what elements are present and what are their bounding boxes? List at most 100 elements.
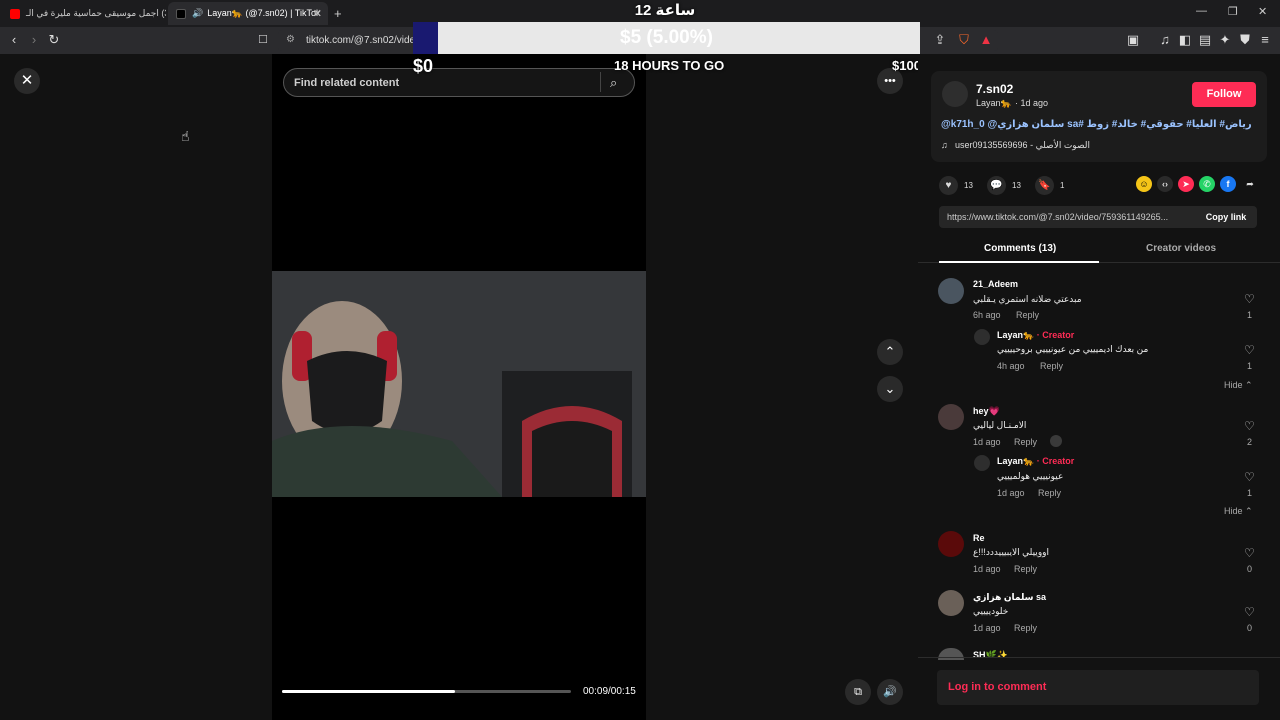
search-icon[interactable]: ⌕	[610, 75, 617, 91]
comment-like-icon[interactable]: ♡	[1244, 292, 1255, 306]
comment-stat[interactable]: 💬 13	[987, 176, 1021, 195]
panel-divider	[918, 657, 1280, 658]
like-count: 13	[964, 181, 973, 190]
reply-button[interactable]: Reply	[1014, 437, 1037, 447]
tab-youtube[interactable]: (3) اجمل موسيقى حماسية مليرة في الـ	[2, 2, 166, 25]
comment-like-icon[interactable]: ♡	[1244, 419, 1255, 433]
reply-button[interactable]: Reply	[1040, 361, 1063, 371]
volume-button[interactable]: 🔊	[877, 679, 903, 705]
send-icon[interactable]: ➤	[1178, 176, 1194, 192]
commenter-avatar[interactable]	[938, 404, 964, 430]
like-stat[interactable]: ♥ 13	[939, 176, 973, 195]
comment-input[interactable]: Log in to comment	[937, 670, 1259, 705]
comment-like-icon[interactable]: ♡	[1244, 605, 1255, 619]
video-progress-fill	[282, 690, 456, 693]
leo-icon[interactable]: ✦	[1217, 32, 1233, 48]
commenter-name[interactable]: Re	[973, 533, 985, 543]
reply-button[interactable]: Reply	[1038, 488, 1061, 498]
active-tab-underline	[939, 261, 1099, 263]
reply-like-icon[interactable]: ♡	[1244, 470, 1255, 484]
hide-replies-button[interactable]: Hide ⌃	[1224, 506, 1253, 517]
reload-icon[interactable]: ↻	[46, 32, 62, 48]
rewards-icon[interactable]: ▲	[978, 32, 994, 48]
close-tab-icon[interactable]: ✕	[313, 7, 322, 20]
heart-icon: ♥	[939, 176, 958, 195]
author-username[interactable]: 7.sn02	[976, 82, 1013, 96]
tab-title: (3) اجمل موسيقى حماسية مليرة في الـ	[26, 8, 166, 18]
reply-button[interactable]: Reply	[1014, 564, 1037, 574]
brave-shield-icon[interactable]: ⛉	[956, 32, 972, 48]
embed-icon[interactable]: ‹›	[1157, 176, 1173, 192]
commenter-name[interactable]: سلمان هزازي sa	[973, 592, 1046, 603]
back-icon[interactable]: ‹	[6, 32, 22, 48]
reply-button[interactable]: Reply	[1016, 310, 1039, 320]
author-avatar[interactable]	[942, 81, 968, 107]
vpn-icon[interactable]: ⛊	[1237, 32, 1253, 48]
bookmark-icon[interactable]: ☐	[258, 33, 268, 46]
facebook-icon[interactable]: f	[1220, 176, 1236, 192]
previous-video-button[interactable]: ⌃	[877, 339, 903, 365]
reply-author[interactable]: Layan🐆 · Creator	[997, 456, 1074, 467]
login-to-comment-link[interactable]: Log in to comment	[948, 681, 1046, 693]
minimize-icon[interactable]: —	[1196, 5, 1207, 17]
comment-text: الامـنـال لياليي	[973, 420, 1027, 430]
donation-min-label: $0	[413, 56, 434, 76]
hide-replies-button[interactable]: Hide ⌃	[1224, 380, 1253, 391]
search-input[interactable]: Find related content ⌕	[283, 68, 635, 97]
sidebar-icon[interactable]: ◧	[1177, 32, 1193, 48]
reply-author[interactable]: Layan🐆 · Creator	[997, 330, 1074, 341]
video-player[interactable]	[272, 54, 646, 720]
forward-icon[interactable]: ›	[26, 32, 42, 48]
comment-icon: 💬	[987, 176, 1006, 195]
comment-time: 1d ago	[973, 623, 1001, 633]
copy-link-button[interactable]: Copy link	[1195, 206, 1257, 228]
save-stat[interactable]: 🔖 1	[1035, 176, 1064, 195]
reply-like-icon[interactable]: ♡	[1244, 343, 1255, 357]
commenter-avatar[interactable]	[938, 531, 964, 557]
commenter-avatar[interactable]	[938, 648, 964, 660]
close-window-icon[interactable]: ✕	[1258, 5, 1267, 18]
panel-tabs: Comments (13) Creator videos	[918, 235, 1280, 263]
comment-like-icon[interactable]: ♡	[1244, 546, 1255, 560]
reply-button[interactable]: Reply	[1014, 623, 1037, 633]
site-info-icon[interactable]: ⚙	[286, 34, 295, 45]
wallet-icon[interactable]: ▤	[1197, 32, 1213, 48]
whatsapp-icon[interactable]: ✆	[1199, 176, 1215, 192]
youtube-icon	[10, 8, 20, 19]
music-icon[interactable]: ♫	[1157, 32, 1173, 48]
creator-avatar[interactable]	[974, 329, 990, 345]
friends-share-icon[interactable]: ☺	[1136, 176, 1152, 192]
tab-comments[interactable]: Comments (13)	[984, 243, 1056, 254]
share-arrow-icon[interactable]: ➦	[1242, 176, 1258, 192]
commenter-avatar[interactable]	[938, 278, 964, 304]
reader-icon[interactable]: ▣	[1125, 32, 1141, 48]
search-placeholder: Find related content	[294, 77, 400, 89]
tab-tiktok[interactable]: 🔊 Layan🐆 (@7.sn02) | TikTok ✕	[168, 2, 328, 25]
follow-button[interactable]: Follow	[1192, 82, 1256, 107]
comment-text: مبدعتي ضلانه استمري يـقلبي	[973, 294, 1082, 304]
comment-text: اووييلي الايبيييددد!!!ع	[973, 547, 1050, 557]
comment-text: خلودييييي	[973, 606, 1009, 616]
close-video-button[interactable]: ✕	[14, 68, 40, 94]
next-video-button[interactable]: ⌄	[877, 376, 903, 402]
tab-creator-videos[interactable]: Creator videos	[1146, 243, 1216, 254]
share-link-url: https://www.tiktok.com/@7.sn02/video/759…	[947, 212, 1169, 222]
bookmark-icon: 🔖	[1035, 176, 1054, 195]
commenter-avatar[interactable]	[938, 590, 964, 616]
hide-label: Hide	[1224, 380, 1243, 390]
music-note-icon: ♫	[941, 140, 948, 150]
share-icon[interactable]: ⇪	[932, 32, 948, 48]
pip-button[interactable]: ⧉	[845, 679, 871, 705]
donation-goal-bar: $5 (5.00%)	[413, 22, 920, 54]
new-tab-button[interactable]: +	[334, 6, 342, 21]
restore-icon[interactable]: ❐	[1228, 5, 1238, 18]
donation-goal-label: $5 (5.00%)	[620, 27, 713, 48]
video-frame	[272, 271, 646, 497]
commenter-name[interactable]: 21_Adeem	[973, 279, 1018, 289]
video-progress-bar[interactable]	[282, 690, 571, 693]
creator-avatar[interactable]	[974, 455, 990, 471]
commenter-name[interactable]: hey💗	[973, 406, 1000, 417]
sound-name[interactable]: الصوت الأصلي - user09135569696	[955, 140, 1090, 151]
hide-label: Hide	[1224, 506, 1243, 516]
menu-icon[interactable]: ≡	[1257, 32, 1273, 48]
